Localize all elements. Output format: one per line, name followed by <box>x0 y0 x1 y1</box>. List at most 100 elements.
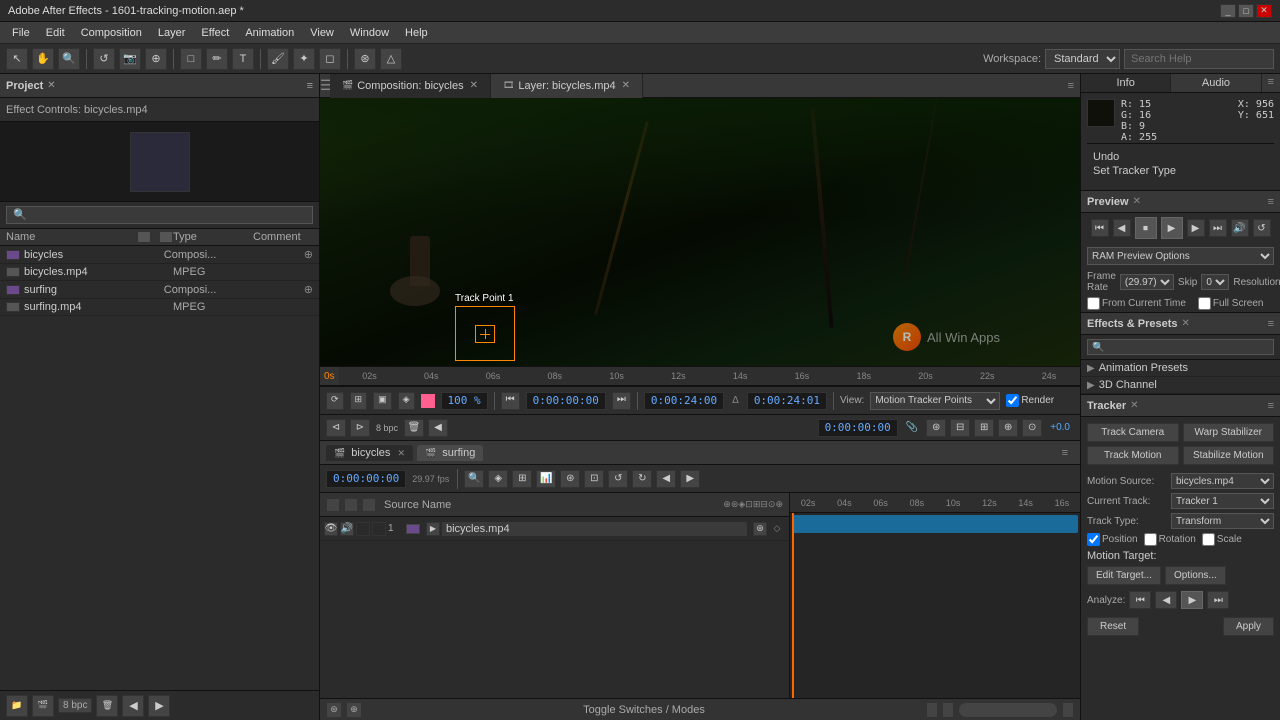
project-menu[interactable]: ≡ <box>307 80 313 92</box>
tool-brush[interactable]: 🖌 <box>267 48 289 70</box>
from-current-checkbox[interactable] <box>1087 297 1100 310</box>
tracker-close[interactable]: ✕ <box>1130 400 1138 411</box>
effects-item-3d[interactable]: ▶ 3D Channel <box>1081 377 1280 394</box>
layer-solo[interactable] <box>356 522 370 536</box>
tool-mask[interactable]: □ <box>180 48 202 70</box>
analyze-rev[interactable]: ◀ <box>1155 591 1177 609</box>
view-select[interactable]: Motion Tracker Points <box>870 392 1000 410</box>
rotation-label[interactable]: Rotation <box>1144 533 1196 546</box>
layer-name[interactable]: bicycles.mp4 <box>442 522 747 536</box>
status-loop-btn[interactable] <box>942 702 954 718</box>
play-backward-btn[interactable]: ⊲ <box>326 419 346 437</box>
tl-motion-btn[interactable]: ⊛ <box>560 470 580 488</box>
stabilize-motion-btn[interactable]: Stabilize Motion <box>1183 446 1275 465</box>
menu-file[interactable]: File <box>4 25 38 41</box>
project-close[interactable]: ✕ <box>47 80 55 91</box>
delete-btn[interactable]: 🗑 <box>96 695 118 717</box>
tool-pan[interactable]: ⊕ <box>145 48 167 70</box>
menu-window[interactable]: Window <box>342 25 397 41</box>
layer-bar[interactable] <box>792 515 1078 533</box>
current-time-display[interactable]: 0:00:00:00 <box>526 392 606 410</box>
preview-menu[interactable]: ≡ <box>1268 196 1274 208</box>
workspace-select[interactable]: Standard <box>1045 49 1120 69</box>
tl-undo-btn[interactable]: ↺ <box>608 470 628 488</box>
menu-help[interactable]: Help <box>397 25 436 41</box>
tool-zoom[interactable]: 🔍 <box>58 48 80 70</box>
always-preview-btn[interactable]: ⟳ <box>326 392 344 410</box>
switch-quality[interactable] <box>362 498 376 512</box>
analyze-play-fwd[interactable]: ▶ <box>1181 591 1203 609</box>
track-camera-btn[interactable]: Track Camera <box>1087 423 1179 442</box>
next-btn[interactable]: ▶ <box>148 695 170 717</box>
magnet-btn[interactable]: ⊛ <box>926 419 946 437</box>
list-item[interactable]: surfing.mp4 MPEG <box>0 299 319 316</box>
layer-visibility[interactable]: 👁 <box>324 522 338 536</box>
grid-btn[interactable]: ⊞ <box>350 392 368 410</box>
close-btn[interactable]: ✕ <box>1256 4 1272 18</box>
track-type-select[interactable]: Transform <box>1171 513 1274 529</box>
preview-loop[interactable]: ↺ <box>1253 219 1271 237</box>
window-controls[interactable]: _ □ ✕ <box>1220 4 1272 18</box>
status-btn-1[interactable]: ⊛ <box>326 702 342 718</box>
bottom-time[interactable]: 0:00:00:00 <box>818 419 898 437</box>
reset-btn[interactable]: Reset <box>1087 617 1139 636</box>
preview-next-frame[interactable]: ▶ <box>1187 219 1205 237</box>
render-checkbox-label[interactable]: Render <box>1006 394 1054 407</box>
tool-puppet[interactable]: ⊛ <box>354 48 376 70</box>
tl-prev-btn[interactable]: ◀ <box>656 470 676 488</box>
tl-next-btn[interactable]: ▶ <box>680 470 700 488</box>
layer-audio[interactable]: 🔊 <box>340 522 354 536</box>
preview-prev-frame[interactable]: ◀ <box>1113 219 1131 237</box>
timeline-scrollbar[interactable] <box>958 702 1058 718</box>
apply-btn[interactable]: Apply <box>1223 617 1274 636</box>
go-start-btn[interactable]: ⏮ <box>501 392 520 410</box>
tab-info[interactable]: Info <box>1081 74 1171 92</box>
timeline-time[interactable]: 0:00:00:00 <box>326 470 406 488</box>
maximize-btn[interactable]: □ <box>1238 4 1254 18</box>
scale-label[interactable]: Scale <box>1202 533 1242 546</box>
tool-eraser[interactable]: ◻ <box>319 48 341 70</box>
menu-composition[interactable]: Composition <box>73 25 150 41</box>
tool-camera[interactable]: 📷 <box>119 48 141 70</box>
track-motion-btn[interactable]: Track Motion <box>1087 446 1179 465</box>
tool-pen[interactable]: ✏ <box>206 48 228 70</box>
effects-search-input[interactable] <box>1087 339 1274 355</box>
list-item[interactable]: surfing Composi... ⊕ <box>0 281 319 299</box>
layer-lock[interactable] <box>372 522 386 536</box>
preview-tab-close[interactable]: ✕ <box>1133 196 1141 207</box>
preview-go-end[interactable]: ⏭ <box>1209 219 1227 237</box>
tool-hand[interactable]: ✋ <box>32 48 54 70</box>
layer-solo2[interactable]: ⊛ <box>753 522 767 536</box>
3d-btn[interactable]: ⊙ <box>1022 419 1042 437</box>
frame-rate-select[interactable]: (29.97) <box>1120 274 1174 290</box>
tab-composition[interactable]: 🎬 Composition: bicycles ✕ <box>330 74 491 98</box>
list-item[interactable]: bicycles Composi... ⊕ <box>0 246 319 264</box>
new-folder-btn[interactable]: 📁 <box>6 695 28 717</box>
solo-btn[interactable]: ⊕ <box>998 419 1018 437</box>
render-checkbox[interactable] <box>1006 394 1019 407</box>
tool-shape[interactable]: △ <box>380 48 402 70</box>
position-checkbox[interactable] <box>1087 533 1100 546</box>
layer-row[interactable]: 👁 🔊 1 ▶ bicycles.mp4 ⊛ ◇ <box>320 517 789 541</box>
status-btn-2[interactable]: ⊕ <box>346 702 362 718</box>
search-help-input[interactable] <box>1124 49 1274 69</box>
status-end-btn[interactable] <box>926 702 938 718</box>
viewer-panel-menu[interactable]: ≡ <box>1062 80 1080 92</box>
options-btn[interactable]: Options... <box>1165 566 1226 585</box>
warp-stabilizer-btn[interactable]: Warp Stabilizer <box>1183 423 1275 442</box>
tab-audio[interactable]: Audio <box>1171 74 1261 92</box>
tracker-menu[interactable]: ≡ <box>1268 400 1274 412</box>
analyze-rev-fast[interactable]: ⏮ <box>1129 591 1151 609</box>
full-screen-label[interactable]: Full Screen <box>1198 297 1264 310</box>
tl-search-btn[interactable]: 🔍 <box>464 470 484 488</box>
sort-icon[interactable] <box>137 231 151 243</box>
prev-btn[interactable]: ◀ <box>122 695 144 717</box>
scale-checkbox[interactable] <box>1202 533 1215 546</box>
stop-btn[interactable]: ⊳ <box>350 419 370 437</box>
current-track-select[interactable]: Tracker 1 <box>1171 493 1274 509</box>
tab-layer-close[interactable]: ✕ <box>622 80 630 91</box>
transparency-btn[interactable]: ▣ <box>373 392 392 410</box>
undo-item-2[interactable]: Set Tracker Type <box>1093 164 1268 178</box>
timeline-tab-bicycles[interactable]: 🎬 bicycles ✕ <box>326 445 413 461</box>
tool-clone[interactable]: ✦ <box>293 48 315 70</box>
